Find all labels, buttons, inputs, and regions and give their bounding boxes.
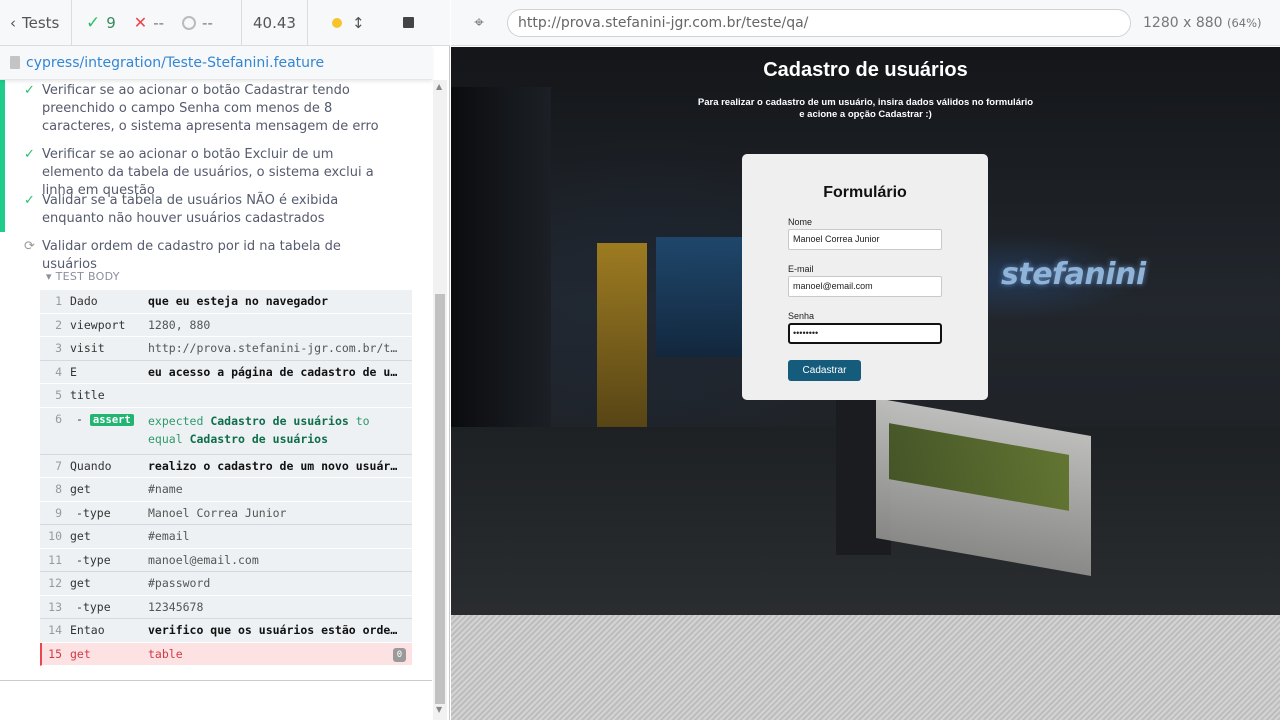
command-row[interactable]: 5 title bbox=[40, 384, 412, 408]
test-item[interactable]: ✓ Validar se a tabela de usuários NÃO é … bbox=[24, 192, 397, 228]
passed-count: ✓ 9 bbox=[86, 12, 116, 33]
refresh-icon: ⟳ bbox=[24, 239, 35, 254]
name-label: Nome bbox=[788, 217, 813, 227]
stop-icon[interactable] bbox=[402, 17, 414, 28]
spec-file-bar: cypress/integration/Teste-Stefanini.feat… bbox=[0, 46, 432, 80]
chevron-left-icon: ‹ bbox=[10, 13, 16, 32]
scrollbar-thumb[interactable] bbox=[435, 294, 445, 704]
check-icon: ✓ bbox=[86, 12, 101, 33]
test-body-toggle[interactable]: ▾ TEST BODY bbox=[46, 270, 120, 283]
background-image bbox=[597, 243, 647, 443]
command-row[interactable]: 2 viewport 1280, 880 bbox=[40, 314, 412, 337]
command-row[interactable]: 13 -type 12345678 bbox=[40, 596, 412, 619]
run-controls: ↕ bbox=[308, 0, 450, 46]
viewport-info[interactable]: 1280 x 880 (64%) bbox=[1143, 15, 1262, 31]
aut-background bbox=[451, 615, 1280, 720]
spec-file-link[interactable]: cypress/integration/Teste-Stefanini.feat… bbox=[26, 55, 324, 71]
duration: 40.43 bbox=[242, 0, 308, 46]
divider bbox=[0, 680, 432, 681]
check-icon: ✓ bbox=[24, 193, 35, 208]
command-row[interactable]: 12 get #password bbox=[40, 572, 412, 596]
command-log: 1 Dado que eu esteja no navegador 2 view… bbox=[40, 290, 412, 666]
email-field[interactable]: manoel@email.com bbox=[788, 276, 942, 297]
command-row[interactable]: 10 get #email bbox=[40, 525, 412, 549]
command-row[interactable]: 8 get #name bbox=[40, 478, 412, 502]
command-row[interactable]: 14 Entao verifico que os usuários estão … bbox=[40, 619, 412, 643]
cadastrar-button[interactable]: Cadastrar bbox=[788, 360, 861, 381]
reporter-scrollbar[interactable]: ▲ ▼ bbox=[433, 80, 447, 720]
command-row-failed[interactable]: 15 get table 0 bbox=[40, 642, 412, 666]
form-card: Formulário Nome Manoel Correa Junior E-m… bbox=[742, 154, 988, 400]
command-row[interactable]: 11 -type manoel@email.com bbox=[40, 549, 412, 572]
command-row[interactable]: 1 Dado que eu esteja no navegador bbox=[40, 290, 412, 314]
tests-button[interactable]: ‹ Tests bbox=[0, 0, 72, 46]
email-label: E-mail bbox=[788, 264, 814, 274]
failed-count: ✕ -- bbox=[133, 13, 165, 32]
assert-badge: assert bbox=[89, 413, 134, 426]
name-field[interactable]: Manoel Correa Junior bbox=[788, 229, 942, 250]
check-icon: ✓ bbox=[24, 83, 35, 98]
url-bar[interactable]: http://prova.stefanini-jgr.com.br/teste/… bbox=[507, 8, 1131, 37]
element-count-badge: 0 bbox=[393, 647, 406, 662]
page-title: Cadastro de usuários bbox=[763, 59, 968, 81]
reporter-panel: ‹ Tests ✓ 9 ✕ -- -- 40.43 ↕ cypress/inte… bbox=[0, 0, 450, 720]
file-icon bbox=[10, 56, 20, 69]
pending-count: -- bbox=[182, 14, 213, 32]
scroll-down-icon[interactable]: ▼ bbox=[436, 705, 442, 714]
stefanini-logo: stefanini bbox=[1001, 257, 1146, 292]
caret-down-icon: ▾ bbox=[46, 270, 52, 283]
stats: ✓ 9 ✕ -- -- bbox=[72, 0, 242, 46]
aut-header: ⌖ http://prova.stefanini-jgr.com.br/test… bbox=[451, 0, 1280, 46]
command-row-assert[interactable]: 6 - assert expected Cadastro de usuários… bbox=[40, 408, 412, 455]
password-label: Senha bbox=[788, 311, 815, 321]
form-title: Formulário bbox=[823, 184, 907, 201]
test-item[interactable]: ✓ Verificar se ao acionar o botão Cadast… bbox=[24, 82, 397, 136]
reporter-header: ‹ Tests ✓ 9 ✕ -- -- 40.43 ↕ bbox=[0, 0, 450, 46]
scroll-up-icon[interactable]: ▲ bbox=[436, 82, 442, 91]
scroll-toggle-icon[interactable]: ↕ bbox=[352, 14, 365, 32]
circle-icon bbox=[182, 15, 197, 30]
assert-message: expected Cadastro de usuários to equal C… bbox=[148, 413, 370, 446]
command-row[interactable]: 7 Quando realizo o cadastro de um novo u… bbox=[40, 455, 412, 478]
x-icon: ✕ bbox=[133, 13, 148, 32]
running-indicator-icon bbox=[332, 17, 342, 28]
test-list: ✓ Verificar se ao acionar o botão Cadast… bbox=[0, 80, 432, 680]
command-row[interactable]: 3 visit http://prova.stefanini-jgr.com.b… bbox=[40, 337, 412, 361]
passed-suite-rail bbox=[0, 80, 5, 232]
password-field[interactable]: •••••••• bbox=[788, 323, 942, 344]
command-row[interactable]: 4 E eu acesso a página de cadastro de us… bbox=[40, 361, 412, 384]
test-item-running[interactable]: ⟳ Validar ordem de cadastro por id na ta… bbox=[24, 238, 397, 274]
command-row[interactable]: 9 -type Manoel Correa Junior bbox=[40, 502, 412, 525]
url-text: http://prova.stefanini-jgr.com.br/teste/… bbox=[518, 14, 809, 31]
selector-playground-icon[interactable]: ⌖ bbox=[451, 13, 507, 33]
page-subtitle: Para realizar o cadastro de um usuário, … bbox=[697, 97, 1034, 120]
tests-label: Tests bbox=[22, 13, 60, 32]
aut-iframe: stefanini Cadastro de usuários Para real… bbox=[451, 47, 1280, 615]
